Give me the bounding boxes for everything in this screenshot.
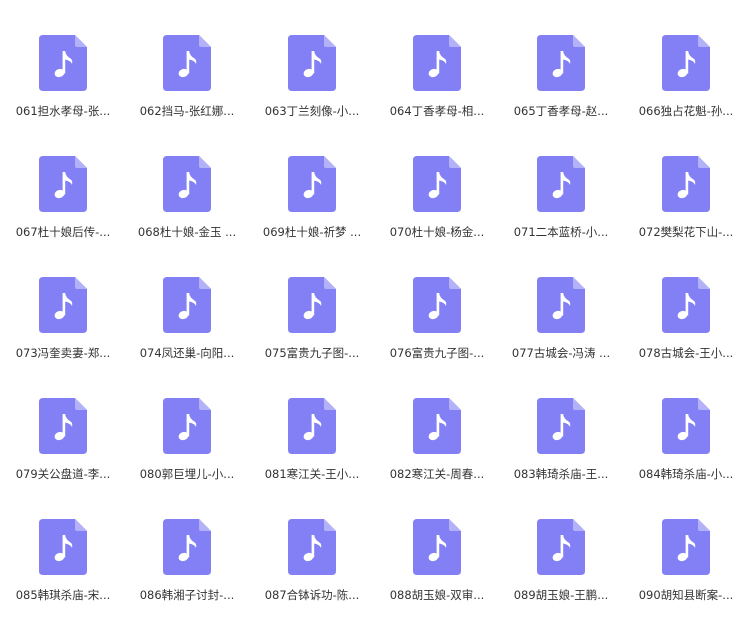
- file-item[interactable]: 074凤还巢-向阳...: [131, 277, 243, 387]
- file-item[interactable]: 070杜十娘-杨金...: [381, 156, 493, 266]
- file-item[interactable]: 062挡马-张红娜...: [131, 35, 243, 145]
- music-file-icon: [39, 156, 87, 212]
- file-name-label: 069杜十娘-祈梦 ...: [262, 225, 362, 239]
- file-name-label: 085韩琪杀庙-宋...: [15, 588, 111, 602]
- file-name-label: 076富贵九子图-...: [389, 346, 485, 360]
- music-file-icon: [39, 35, 87, 91]
- file-name-label: 087合钵诉功-陈...: [264, 588, 360, 602]
- music-file-icon: [39, 277, 87, 333]
- file-name-label: 062挡马-张红娜...: [139, 104, 235, 118]
- file-item[interactable]: 073冯奎卖妻-郑...: [7, 277, 119, 387]
- file-item[interactable]: 064丁香孝母-相...: [381, 35, 493, 145]
- file-name-label: 064丁香孝母-相...: [389, 104, 485, 118]
- music-file-icon: [537, 156, 585, 212]
- file-name-label: 061担水孝母-张...: [15, 104, 111, 118]
- file-name-label: 073冯奎卖妻-郑...: [15, 346, 111, 360]
- music-file-icon: [163, 156, 211, 212]
- music-file-icon: [288, 398, 336, 454]
- file-item[interactable]: 081寒江关-王小...: [256, 398, 368, 508]
- file-name-label: 082寒江关-周春...: [389, 467, 485, 481]
- file-item[interactable]: 078古城会-王小...: [630, 277, 742, 387]
- file-item[interactable]: 080郭巨埋儿-小...: [131, 398, 243, 508]
- music-file-icon: [413, 519, 461, 575]
- file-name-label: 074凤还巢-向阳...: [139, 346, 235, 360]
- file-item[interactable]: 071二本蓝桥-小...: [505, 156, 617, 266]
- file-item[interactable]: 066独占花魁-孙...: [630, 35, 742, 145]
- file-name-label: 084韩琦杀庙-小...: [638, 467, 734, 481]
- file-name-label: 071二本蓝桥-小...: [513, 225, 609, 239]
- music-file-icon: [413, 35, 461, 91]
- file-grid: 061担水孝母-张... 062挡马-张红娜... 063丁兰刻像-小... 0…: [0, 0, 750, 613]
- music-file-icon: [288, 156, 336, 212]
- music-file-icon: [39, 398, 87, 454]
- file-name-label: 077古城会-冯涛 ...: [511, 346, 611, 360]
- music-file-icon: [662, 277, 710, 333]
- file-item[interactable]: 061担水孝母-张...: [7, 35, 119, 145]
- file-name-label: 066独占花魁-孙...: [638, 104, 734, 118]
- music-file-icon: [662, 35, 710, 91]
- music-file-icon: [662, 398, 710, 454]
- file-name-label: 068杜十娘-金玉 ...: [137, 225, 237, 239]
- file-item[interactable]: 067杜十娘后传-...: [7, 156, 119, 266]
- music-file-icon: [662, 156, 710, 212]
- music-file-icon: [163, 35, 211, 91]
- file-name-label: 079关公盘道-李...: [15, 467, 111, 481]
- file-item[interactable]: 069杜十娘-祈梦 ...: [256, 156, 368, 266]
- music-file-icon: [288, 519, 336, 575]
- music-file-icon: [163, 398, 211, 454]
- music-file-icon: [413, 398, 461, 454]
- file-item[interactable]: 075富贵九子图-...: [256, 277, 368, 387]
- file-name-label: 083韩琦杀庙-王...: [513, 467, 609, 481]
- file-item[interactable]: 065丁香孝母-赵...: [505, 35, 617, 145]
- file-name-label: 070杜十娘-杨金...: [389, 225, 485, 239]
- music-file-icon: [413, 277, 461, 333]
- music-file-icon: [39, 519, 87, 575]
- file-item[interactable]: 083韩琦杀庙-王...: [505, 398, 617, 508]
- file-name-label: 089胡玉娘-王鹏...: [513, 588, 609, 602]
- file-item[interactable]: 063丁兰刻像-小...: [256, 35, 368, 145]
- file-name-label: 065丁香孝母-赵...: [513, 104, 609, 118]
- music-file-icon: [413, 156, 461, 212]
- file-item[interactable]: 082寒江关-周春...: [381, 398, 493, 508]
- file-name-label: 086韩湘子讨封-...: [139, 588, 235, 602]
- music-file-icon: [288, 277, 336, 333]
- file-item[interactable]: 068杜十娘-金玉 ...: [131, 156, 243, 266]
- music-file-icon: [163, 277, 211, 333]
- file-name-label: 081寒江关-王小...: [264, 467, 360, 481]
- file-item[interactable]: 072樊梨花下山-...: [630, 156, 742, 266]
- file-name-label: 088胡玉娘-双审...: [389, 588, 485, 602]
- file-name-label: 080郭巨埋儿-小...: [139, 467, 235, 481]
- file-name-label: 090胡知县断案-...: [638, 588, 734, 602]
- file-item[interactable]: 084韩琦杀庙-小...: [630, 398, 742, 508]
- file-name-label: 063丁兰刻像-小...: [264, 104, 360, 118]
- music-file-icon: [537, 519, 585, 575]
- music-file-icon: [662, 519, 710, 575]
- file-name-label: 072樊梨花下山-...: [638, 225, 734, 239]
- file-name-label: 067杜十娘后传-...: [15, 225, 111, 239]
- music-file-icon: [537, 398, 585, 454]
- file-item[interactable]: 077古城会-冯涛 ...: [505, 277, 617, 387]
- file-name-label: 075富贵九子图-...: [264, 346, 360, 360]
- music-file-icon: [163, 519, 211, 575]
- file-name-label: 078古城会-王小...: [638, 346, 734, 360]
- file-item[interactable]: 079关公盘道-李...: [7, 398, 119, 508]
- music-file-icon: [288, 35, 336, 91]
- music-file-icon: [537, 277, 585, 333]
- file-item[interactable]: 076富贵九子图-...: [381, 277, 493, 387]
- music-file-icon: [537, 35, 585, 91]
